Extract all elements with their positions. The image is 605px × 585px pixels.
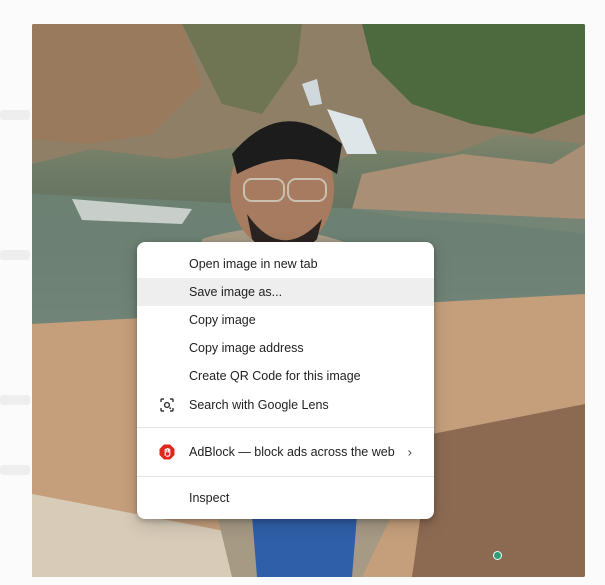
menu-separator: [137, 476, 434, 477]
menu-item-label: Copy image address: [189, 341, 304, 355]
menu-item-label: AdBlock — block ads across the web: [189, 445, 395, 459]
menu-item-search-google-lens[interactable]: Search with Google Lens: [137, 390, 434, 420]
menu-item-copy-image[interactable]: Copy image: [137, 306, 434, 334]
menu-item-label: Create QR Code for this image: [189, 369, 361, 383]
google-lens-icon: [159, 397, 175, 413]
page-ghost-text: [0, 465, 30, 475]
menu-item-label: Copy image: [189, 313, 256, 327]
menu-item-save-image-as[interactable]: Save image as...: [137, 278, 434, 306]
menu-item-label: Open image in new tab: [189, 257, 318, 271]
adblock-icon: [159, 444, 175, 460]
menu-item-adblock[interactable]: AdBlock — block ads across the web ›: [137, 435, 434, 469]
menu-item-label: Inspect: [189, 491, 230, 505]
chevron-right-icon: ›: [407, 444, 412, 460]
menu-item-label: Save image as...: [189, 285, 283, 299]
menu-item-open-image-new-tab[interactable]: Open image in new tab: [137, 250, 434, 278]
menu-separator: [137, 427, 434, 428]
menu-item-create-qr-code[interactable]: Create QR Code for this image: [137, 362, 434, 390]
menu-item-label: Search with Google Lens: [189, 398, 329, 412]
menu-item-copy-image-address[interactable]: Copy image address: [137, 334, 434, 362]
status-dot: [493, 551, 502, 560]
image-context-menu: Open image in new tab Save image as... C…: [137, 242, 434, 519]
page-ghost-text: [0, 395, 30, 405]
page-ghost-text: [0, 110, 30, 120]
page-ghost-text: [0, 250, 30, 260]
menu-item-inspect[interactable]: Inspect: [137, 484, 434, 512]
